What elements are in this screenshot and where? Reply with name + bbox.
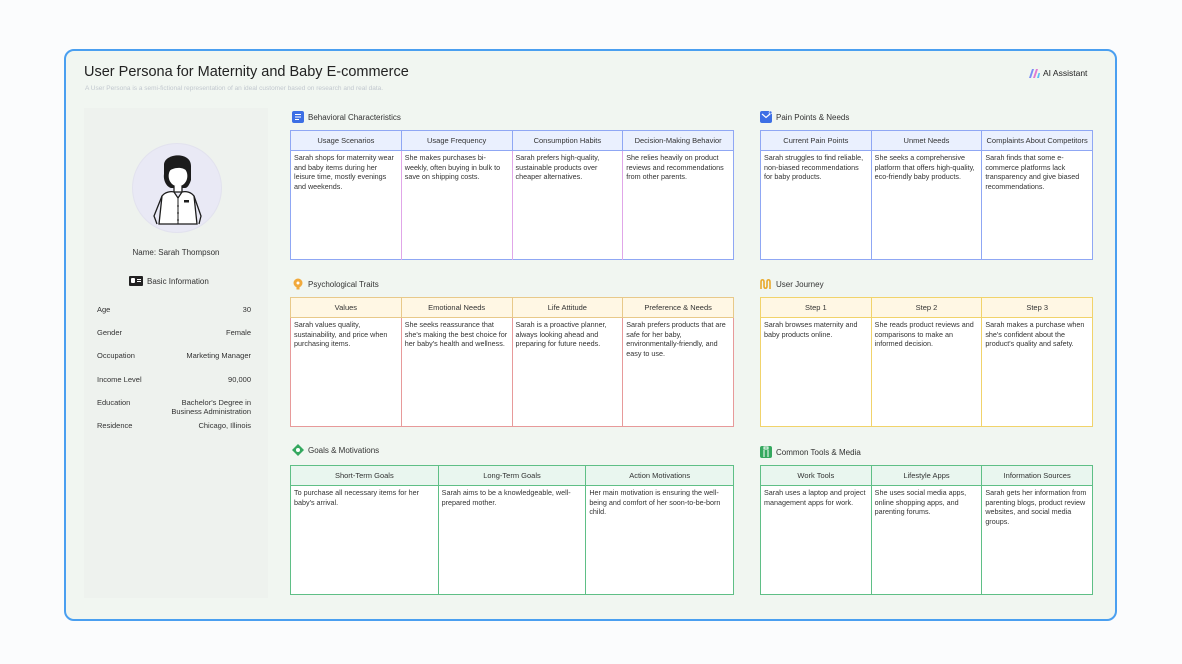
info-row-income: Income Level 90,000 xyxy=(97,375,251,384)
table-cell: Sarah values quality, sustainability, an… xyxy=(290,317,402,427)
info-row-occupation: Occupation Marketing Manager xyxy=(97,351,251,360)
id-card-icon xyxy=(129,276,143,286)
pain-points-heading: Pain Points & Needs xyxy=(760,110,850,123)
table-header: Usage Scenarios xyxy=(290,130,402,151)
table-cell: Her main motivation is ensuring the well… xyxy=(589,488,721,516)
table-header: Lifestyle Apps xyxy=(870,465,983,486)
table-header: Decision-Making Behavior xyxy=(622,130,734,151)
persona-name: Name: Sarah Thompson xyxy=(132,248,220,257)
info-value: 30 xyxy=(242,305,251,314)
info-row-age: Age 30 xyxy=(97,305,251,314)
mail-icon xyxy=(760,110,773,123)
table-header: Work Tools xyxy=(760,465,872,486)
table-header: Preference & Needs xyxy=(622,297,734,318)
table-header: Step 3 xyxy=(981,297,1093,318)
pain-points-table: Current Pain Points Unmet Needs Complain… xyxy=(760,130,1093,260)
goals-heading: Goals & Motivations xyxy=(292,444,379,456)
table-header: Step 1 xyxy=(760,297,872,318)
psychological-title: Psychological Traits xyxy=(308,279,379,289)
page-subtitle: A User Persona is a semi-fictional repre… xyxy=(85,85,384,92)
info-label: Residence xyxy=(97,421,133,430)
table-header: Life Attitude xyxy=(511,297,624,318)
info-value: 90,000 xyxy=(228,375,251,384)
document-icon xyxy=(292,111,304,123)
ai-logo-icon xyxy=(1029,68,1040,78)
info-label: Education xyxy=(97,398,131,407)
table-cell: Sarah shops for maternity wear and baby … xyxy=(290,150,402,260)
info-label: Income Level xyxy=(97,375,142,384)
behavioral-table: Usage Scenarios Usage Frequency Consumpt… xyxy=(290,130,734,260)
basic-info-label: Basic Information xyxy=(147,276,209,286)
tools-table: Work Tools Lifestyle Apps Information So… xyxy=(760,465,1093,595)
table-header: Emotional Needs xyxy=(400,297,513,318)
table-header: Long-Term Goals xyxy=(437,465,587,486)
goals-table: Short-Term Goals Long-Term Goals Action … xyxy=(290,465,734,595)
info-value: Marketing Manager xyxy=(186,351,251,360)
table-header: Consumption Habits xyxy=(511,130,624,151)
table-header: Complaints About Competitors xyxy=(981,130,1093,151)
info-value: Bachelor's Degree in Business Administra… xyxy=(171,398,251,416)
table-cell: Sarah prefers high-quality, sustainable … xyxy=(512,150,624,260)
path-icon xyxy=(760,278,772,290)
behavioral-heading: Behavioral Characteristics xyxy=(292,111,401,123)
table-cell: Sarah struggles to find reliable, non-bi… xyxy=(760,150,872,260)
info-value: Chicago, Illinois xyxy=(198,421,251,430)
table-cell: Sarah is a proactive planner, always loo… xyxy=(512,317,624,427)
table-cell: Sarah prefers products that are safe for… xyxy=(626,320,726,358)
persona-illustration-icon xyxy=(153,155,202,225)
ai-assistant-button[interactable]: AI Assistant xyxy=(1029,68,1087,78)
info-row-gender: Gender Female xyxy=(97,328,251,337)
bulb-icon xyxy=(292,278,304,290)
table-header: Short-Term Goals xyxy=(290,465,439,486)
table-header: Step 2 xyxy=(870,297,983,318)
table-cell: She seeks a comprehensive platform that … xyxy=(871,150,983,260)
psychological-heading: Psychological Traits xyxy=(292,278,379,290)
table-header: Unmet Needs xyxy=(870,130,983,151)
table-cell: Sarah gets her information from parentin… xyxy=(985,488,1087,526)
table-cell: Sarah aims to be a knowledgeable, well-p… xyxy=(438,485,587,595)
psychological-table: Values Emotional Needs Life Attitude Pre… xyxy=(290,297,734,427)
table-cell: She relies heavily on product reviews an… xyxy=(626,153,724,181)
target-icon xyxy=(292,444,304,456)
page-title: User Persona for Maternity and Baby E-co… xyxy=(84,64,409,80)
toolbox-icon xyxy=(760,446,772,458)
table-cell: Sarah finds that some e-commerce platfor… xyxy=(985,153,1080,191)
avatar xyxy=(132,143,222,233)
table-cell: Sarah makes a purchase when she's confid… xyxy=(985,320,1085,348)
table-cell: She seeks reassurance that she's making … xyxy=(401,317,513,427)
tools-heading: Common Tools & Media xyxy=(760,446,861,458)
table-cell: Sarah browses maternity and baby product… xyxy=(760,317,872,427)
journey-table: Step 1 Step 2 Step 3 Sarah browses mater… xyxy=(760,297,1093,427)
behavioral-title: Behavioral Characteristics xyxy=(308,112,401,122)
table-cell: She reads product reviews and comparison… xyxy=(871,317,983,427)
pain-points-title: Pain Points & Needs xyxy=(776,112,850,122)
info-label: Age xyxy=(97,305,111,314)
journey-heading: User Journey xyxy=(760,278,824,290)
tools-title: Common Tools & Media xyxy=(776,447,861,457)
goals-title: Goals & Motivations xyxy=(308,445,380,455)
info-row-education: Education Bachelor's Degree in Business … xyxy=(97,398,251,416)
table-header: Current Pain Points xyxy=(760,130,872,151)
basic-info-heading: Basic Information xyxy=(129,276,209,286)
journey-title: User Journey xyxy=(776,279,824,289)
table-cell: She makes purchases bi-weekly, often buy… xyxy=(401,150,513,260)
info-value: Female xyxy=(225,328,251,337)
info-label: Gender xyxy=(97,328,123,337)
table-cell: Sarah uses a laptop and project manageme… xyxy=(760,485,872,595)
info-label: Occupation xyxy=(97,351,135,360)
info-row-residence: Residence Chicago, Illinois xyxy=(97,421,251,430)
table-cell: To purchase all necessary items for her … xyxy=(290,485,439,595)
table-header: Values xyxy=(290,297,402,318)
ai-assistant-label: AI Assistant xyxy=(1043,68,1088,78)
table-header: Action Motivations xyxy=(585,465,734,486)
table-header: Information Sources xyxy=(981,465,1093,486)
table-header: Usage Frequency xyxy=(400,130,513,151)
table-cell: She uses social media apps, online shopp… xyxy=(871,485,983,595)
